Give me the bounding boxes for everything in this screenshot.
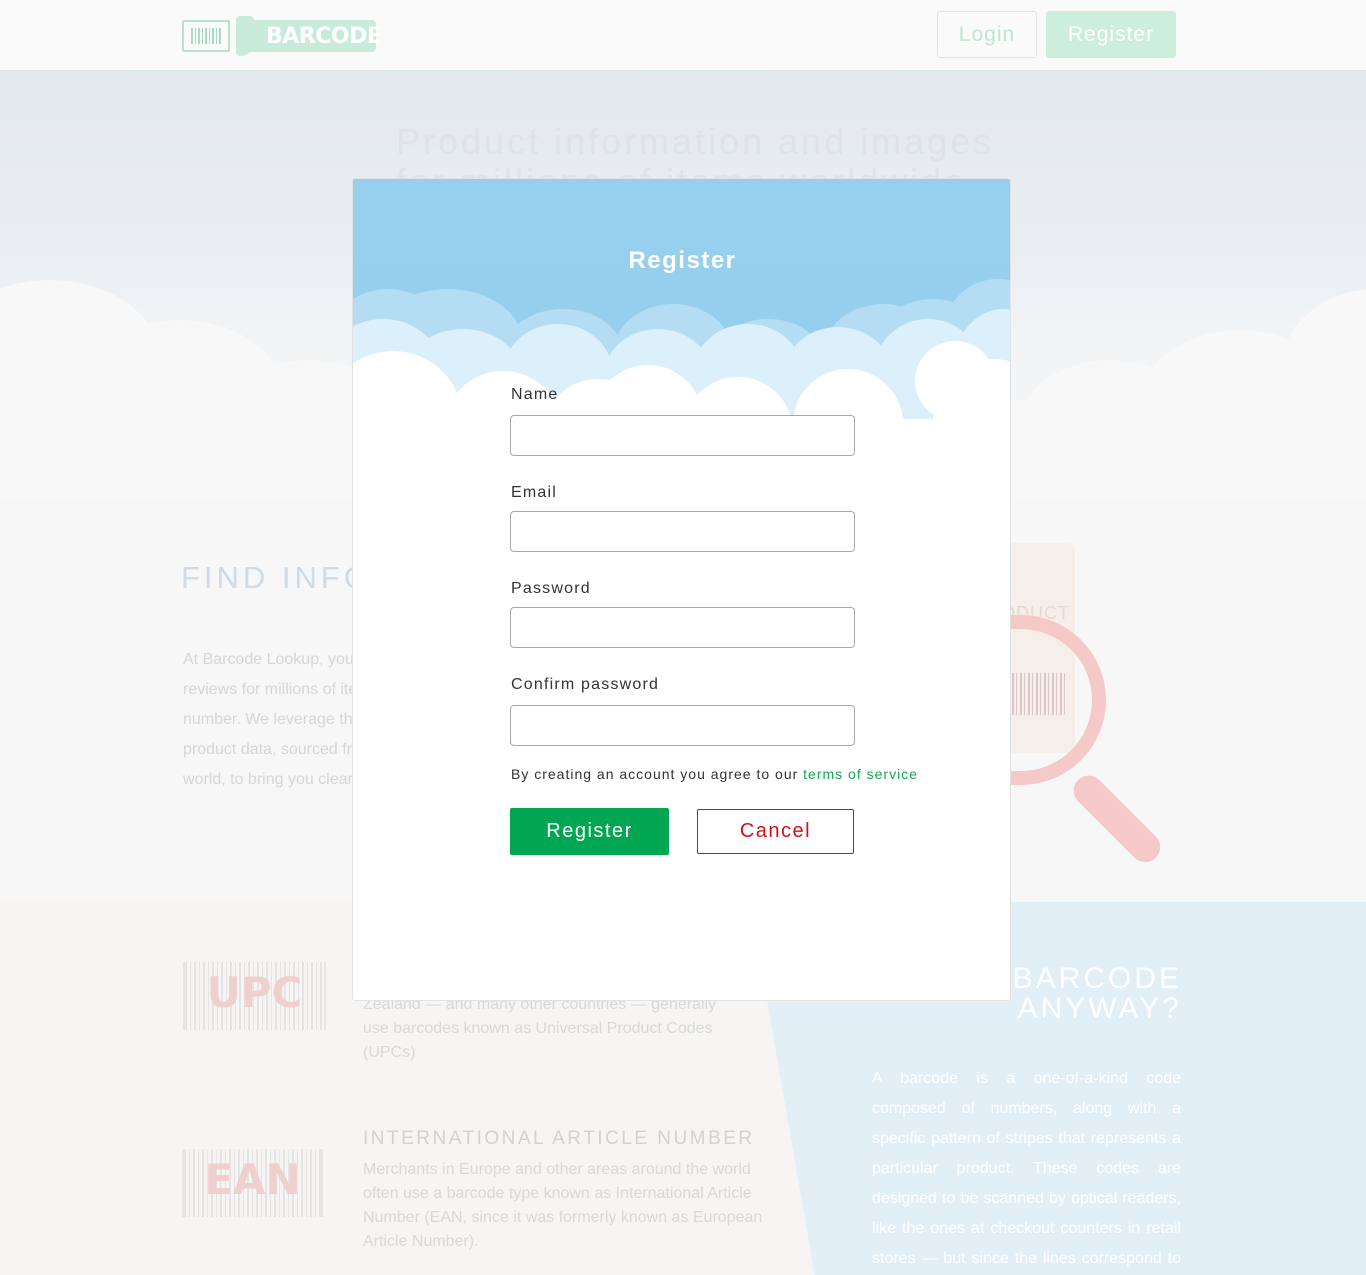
ean-badge-icon: EAN xyxy=(182,1149,323,1217)
terms-of-service-link[interactable]: terms of service xyxy=(803,766,918,782)
email-field[interactable] xyxy=(510,511,855,552)
site-header: BARCODE Login Register xyxy=(0,0,1366,70)
terms-notice-text: By creating an account you agree to our xyxy=(511,766,804,782)
confirm-password-field[interactable] xyxy=(510,705,855,746)
upc-description: Zealand — and many other countries — gen… xyxy=(363,996,717,1061)
header-register-button[interactable]: Register xyxy=(1046,11,1176,58)
password-label: Password xyxy=(511,580,591,597)
email-label: Email xyxy=(511,484,558,501)
name-label: Name xyxy=(511,386,559,403)
confirm-password-label: Confirm password xyxy=(511,676,660,693)
header-login-button[interactable]: Login xyxy=(937,11,1037,58)
find-info-title: FIND INFO xyxy=(181,560,372,595)
register-modal: Register Name Email Password Confirm pas… xyxy=(352,178,1011,1001)
terms-notice: By creating an account you agree to our … xyxy=(511,766,918,782)
barcode-logo[interactable]: BARCODE xyxy=(180,16,382,56)
barcode-logo-icon xyxy=(182,20,230,52)
password-field[interactable] xyxy=(510,607,855,648)
magnifier-handle xyxy=(1067,769,1167,869)
find-info-text: At Barcode Lookup, you reviews for milli… xyxy=(183,651,353,788)
magnifier-icon xyxy=(1000,615,1106,785)
register-submit-button[interactable]: Register xyxy=(510,808,669,855)
ean-description: Merchants in Europe and other areas arou… xyxy=(363,1161,763,1250)
name-field[interactable] xyxy=(510,415,855,456)
upc-badge-icon: UPC xyxy=(183,962,326,1030)
why-barcode-text: A barcode is a one-of-a-kind code compos… xyxy=(872,1070,1181,1267)
modal-title: Register xyxy=(628,247,737,274)
logo-text: BARCODE xyxy=(266,24,382,49)
cancel-button[interactable]: Cancel xyxy=(697,809,854,854)
ean-title: INTERNATIONAL ARTICLE NUMBER xyxy=(363,1128,755,1149)
